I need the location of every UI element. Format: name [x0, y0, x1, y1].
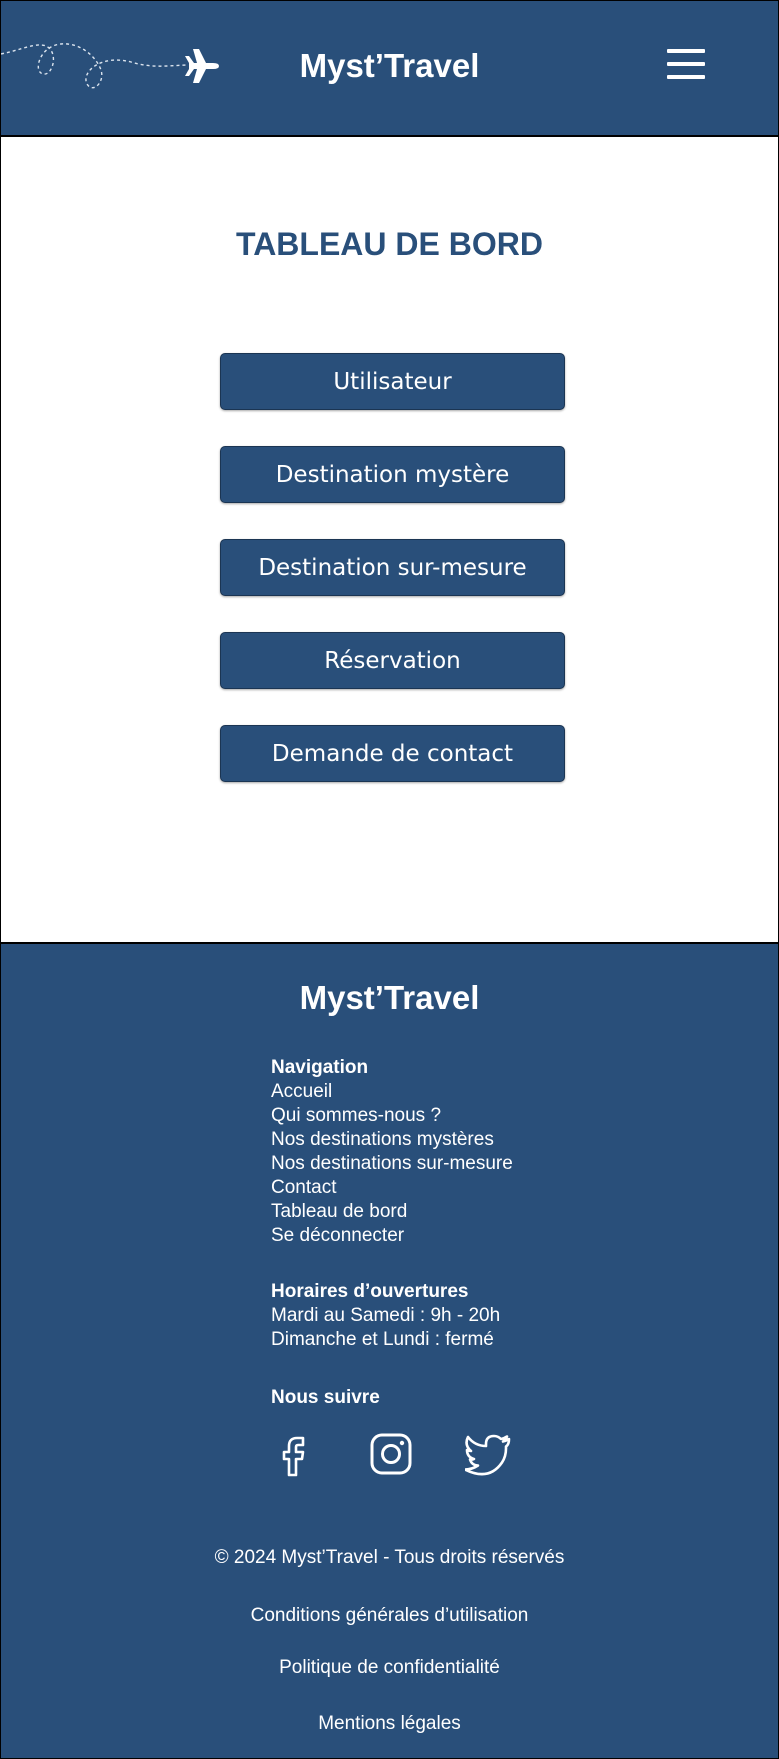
page-title: TABLEAU DE BORD	[236, 226, 543, 262]
footer-link-mystery-destinations[interactable]: Nos destinations mystères	[271, 1128, 691, 1152]
footer-link-logout[interactable]: Se déconnecter	[271, 1224, 691, 1248]
custom-destination-button[interactable]: Destination sur-mesure	[220, 539, 565, 596]
hours-line: Dimanche et Lundi : fermé	[271, 1329, 494, 1350]
footer-hours: Horaires d’ouvertures Mardi au Samedi : …	[271, 1280, 691, 1352]
footer-link-custom-destinations[interactable]: Nos destinations sur-mesure	[271, 1152, 691, 1176]
legal-link-terms: Conditions générales d’utilisation	[1, 1605, 778, 1627]
footer-social: Nous suivre	[271, 1386, 691, 1410]
menu-bar	[667, 75, 705, 79]
mystery-destination-button[interactable]: Destination mystère	[220, 446, 565, 503]
user-button[interactable]: Utilisateur	[220, 353, 565, 410]
footer-hours-heading: Horaires d’ouvertures	[271, 1281, 469, 1302]
reservation-button[interactable]: Réservation	[220, 632, 565, 689]
site-logo[interactable]: Myst’Travel	[1, 47, 778, 85]
legal-link-privacy: Politique de confidentialité	[1, 1657, 778, 1679]
menu-bar	[667, 62, 705, 66]
terms-link[interactable]: Conditions générales d’utilisation	[251, 1605, 529, 1626]
facebook-icon[interactable]	[269, 1430, 317, 1478]
footer-social-heading: Nous suivre	[271, 1387, 380, 1408]
footer-link-about[interactable]: Qui sommes-nous ?	[271, 1104, 691, 1128]
instagram-icon[interactable]	[367, 1430, 415, 1478]
legal-link-mentions: Mentions légales	[1, 1713, 778, 1735]
site-header: Myst’Travel	[1, 1, 778, 137]
footer-link-home[interactable]: Accueil	[271, 1080, 691, 1104]
hamburger-menu-icon[interactable]	[663, 47, 709, 81]
dashboard-main: TABLEAU DE BORD Utilisateur Destination …	[1, 137, 778, 941]
legal-mentions-link[interactable]: Mentions légales	[318, 1713, 461, 1734]
copyright-text: © 2024 Myst’Travel - Tous droits réservé…	[214, 1547, 565, 1568]
footer-navigation-heading: Navigation	[271, 1057, 369, 1078]
contact-request-button[interactable]: Demande de contact	[220, 725, 565, 782]
privacy-link[interactable]: Politique de confidentialité	[279, 1657, 500, 1678]
footer-link-contact[interactable]: Contact	[271, 1176, 691, 1200]
footer-logo: Myst’Travel	[299, 979, 480, 1016]
hours-line: Mardi au Samedi : 9h - 20h	[271, 1305, 501, 1326]
footer-link-dashboard[interactable]: Tableau de bord	[271, 1200, 691, 1224]
page: Myst’Travel TABLEAU DE BORD Utilisateur …	[0, 0, 779, 1759]
twitter-icon[interactable]	[465, 1430, 513, 1478]
site-footer: Myst’Travel Navigation Accueil Qui somme…	[1, 942, 778, 1758]
footer-navigation: Navigation Accueil Qui sommes-nous ? Nos…	[271, 1056, 691, 1248]
menu-bar	[667, 49, 705, 53]
